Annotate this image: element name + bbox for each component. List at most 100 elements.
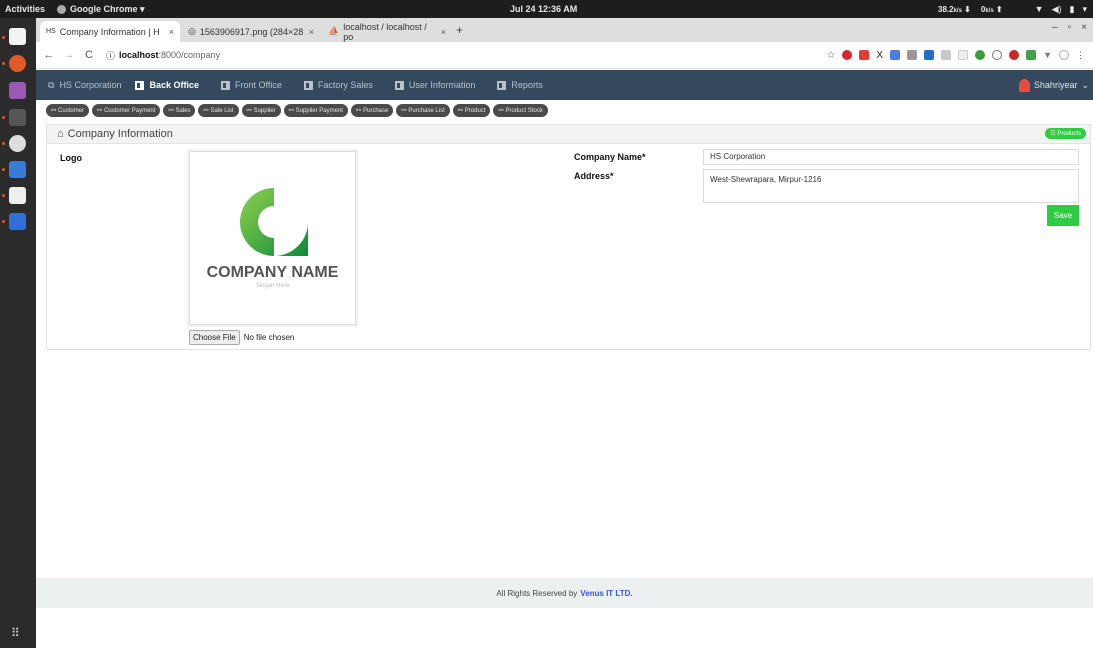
company-information-panel: ⌂ Company Information ☷ Products Logo CO…	[46, 124, 1091, 350]
pill-label: Purchase List	[408, 107, 445, 114]
company-logo-icon	[240, 188, 308, 256]
extension-icon[interactable]	[1026, 50, 1037, 60]
quick-link-product[interactable]: ⚯ Product	[452, 104, 491, 117]
quick-link-supplier[interactable]: ⚯ Supplier	[241, 104, 281, 117]
system-tray[interactable]: ▼ ◀) ▮ ▾	[1035, 4, 1087, 15]
back-icon[interactable]: ←	[42, 49, 56, 61]
quick-link-sales[interactable]: ⚯ Sales	[163, 104, 196, 117]
new-tab-button[interactable]: +	[456, 23, 463, 37]
phpstorm-icon[interactable]	[9, 82, 26, 99]
tab-title: 1563906917.png (284×28	[199, 26, 304, 37]
document-icon[interactable]	[9, 161, 26, 178]
brand-icon: ⧉	[48, 79, 55, 90]
footer-company-link[interactable]: Venus IT LTD.	[580, 589, 632, 598]
x-extension-icon[interactable]: X	[876, 50, 883, 61]
net-down-value: 38.2	[938, 4, 954, 14]
files-icon[interactable]	[9, 28, 26, 45]
quick-link-product-stock[interactable]: ⚯ Product Stock	[493, 104, 548, 117]
dashboard-icon	[394, 80, 404, 90]
network-speed: 38.2k/s ⬇ 0k/s ⬆	[938, 4, 1003, 14]
minimize-icon[interactable]: –	[1052, 22, 1058, 33]
running-indicator	[2, 168, 5, 171]
link-icon: ⚯	[355, 108, 361, 114]
favicon-icon: HS	[46, 28, 56, 35]
nav-back-office[interactable]: Back Office	[135, 80, 199, 90]
pill-label: Product Stock	[505, 107, 543, 114]
logo-file-input[interactable]: Choose File No file chosen	[189, 330, 294, 345]
close-tab-icon[interactable]: ×	[309, 27, 314, 37]
menu-kebab-icon[interactable]: ⋮	[1076, 50, 1085, 61]
show-apps-icon[interactable]: ⠿	[11, 626, 25, 640]
address-field[interactable]: West-Shewrapara, Mirpur-1216	[703, 169, 1079, 203]
net-up-unit: k/s	[985, 7, 994, 14]
quick-link-purchase[interactable]: ⚯ Purchase	[350, 104, 394, 117]
power-menu-icon: ▾	[1082, 3, 1087, 14]
net-down-unit: k/s	[953, 7, 962, 14]
pill-label: Supplier	[253, 107, 276, 114]
url-field[interactable]: ⓘ localhost:8000/company	[106, 49, 220, 62]
dock: ⠿	[0, 18, 36, 648]
bookmark-star-icon[interactable]: ☆	[826, 50, 835, 61]
save-button[interactable]: Save	[1047, 205, 1079, 226]
nav-factory-sales[interactable]: Factory Sales	[303, 80, 373, 90]
quick-link-purchase-list[interactable]: ⚯ Purchase List	[396, 104, 450, 117]
nav-reports[interactable]: Reports	[497, 80, 543, 90]
quick-link-supplier-payment[interactable]: ⚯ Supplier Payment	[283, 104, 348, 117]
tab-phpmyadmin[interactable]: ⛵ localhost / localhost / po ×	[322, 21, 452, 42]
dashboard-icon	[303, 80, 313, 90]
phpmyadmin-icon: ⛵	[328, 26, 340, 36]
user-menu[interactable]: Shahriyear ⌄	[1018, 78, 1089, 92]
search-tool-icon[interactable]	[9, 187, 26, 204]
adblock-icon[interactable]	[842, 50, 853, 60]
link-icon: ⚯	[168, 108, 174, 114]
filter-icon[interactable]: ▼	[1043, 50, 1052, 60]
logo-label: Logo	[60, 153, 82, 163]
activities-button[interactable]: Activities	[5, 4, 45, 14]
close-tab-icon[interactable]: ×	[169, 27, 174, 37]
quick-link-customer[interactable]: ⚯ Customer	[46, 104, 90, 117]
footer-text: All Rights Reserved by	[496, 588, 578, 598]
close-window-icon[interactable]: ×	[1081, 22, 1087, 33]
app-menu[interactable]: Google Chrome ▾	[57, 4, 145, 15]
profile-icon[interactable]	[1059, 50, 1069, 60]
extension-icon[interactable]	[859, 50, 870, 60]
avatar	[1018, 78, 1030, 92]
link-icon: ⚯	[288, 108, 294, 114]
address-label: Address*	[574, 171, 614, 181]
chrome-dock-icon[interactable]	[9, 55, 26, 72]
editor-icon[interactable]	[9, 213, 26, 230]
url-path: :8000/company	[158, 50, 221, 60]
running-indicator	[2, 62, 5, 65]
extension-icon[interactable]	[890, 50, 901, 60]
chrome-icon	[57, 4, 67, 14]
quick-link-customer-payment[interactable]: ⚯ Customer Payment	[92, 104, 161, 117]
quick-link-sale-list[interactable]: ⚯ Sale List	[198, 104, 239, 117]
tab-company-information[interactable]: HS Company Information | H ×	[40, 21, 180, 42]
nav-user-information[interactable]: User Information	[394, 80, 475, 90]
close-tab-icon[interactable]: ×	[441, 27, 446, 37]
logo-slogan: Slogan Here	[255, 283, 290, 289]
brand-link[interactable]: ⧉ HS Corporation	[48, 80, 121, 91]
clock[interactable]: Jul 24 12:36 AM	[510, 4, 577, 14]
disk-icon[interactable]	[9, 135, 26, 152]
extension-icon[interactable]	[924, 50, 935, 60]
company-name-field[interactable]: HS Corporation	[703, 149, 1079, 165]
terminal-icon[interactable]	[9, 109, 26, 126]
maximize-icon[interactable]: ▫	[1068, 22, 1072, 33]
running-indicator	[2, 142, 5, 145]
nav-front-office[interactable]: Front Office	[221, 80, 282, 90]
forward-icon[interactable]: →	[62, 49, 76, 61]
products-button[interactable]: ☷ Products	[1045, 128, 1086, 139]
choose-file-button[interactable]: Choose File	[189, 330, 240, 345]
tab-image[interactable]: ◎ 1563906917.png (284×28 ×	[182, 21, 320, 42]
logo-company-name: COMPANY NAME	[206, 264, 339, 281]
extension-icon[interactable]	[975, 50, 986, 60]
tab-title: Company Information | H	[59, 26, 160, 37]
extension-icon[interactable]	[992, 50, 1003, 60]
extension-icon[interactable]	[1009, 50, 1020, 60]
extension-icon[interactable]	[958, 50, 969, 60]
extension-icon[interactable]	[941, 50, 952, 60]
nav-label: Front Office	[235, 80, 282, 90]
reload-icon[interactable]: C	[82, 49, 96, 61]
extension-icon[interactable]	[907, 50, 918, 60]
